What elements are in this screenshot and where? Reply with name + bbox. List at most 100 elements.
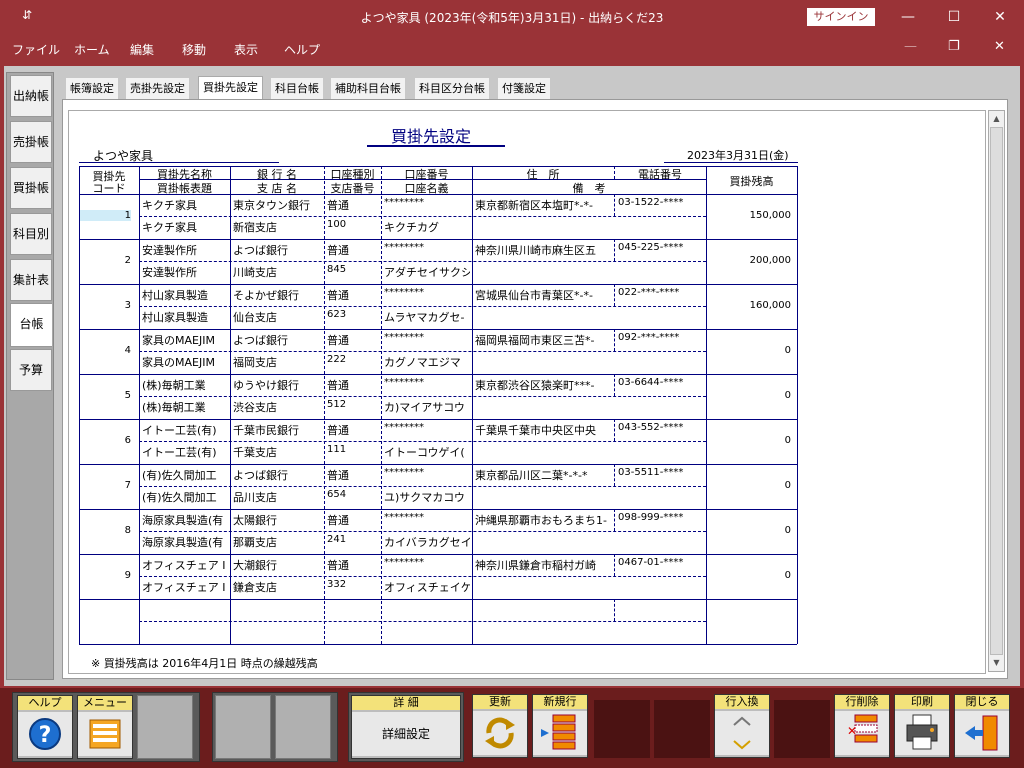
acct-no-cell[interactable]: ******** xyxy=(384,242,470,253)
holder-cell[interactable]: カイバラカグセイ xyxy=(384,534,470,550)
branch-cell[interactable]: 那覇支店 xyxy=(233,534,323,550)
close-screen-button[interactable]: 閉じる xyxy=(954,694,1010,758)
acct-type-cell[interactable]: 普通 xyxy=(327,422,379,438)
bank-cell[interactable]: 千葉市民銀行 xyxy=(233,422,323,438)
side-tab-budget[interactable]: 予算 xyxy=(10,349,52,391)
branch-no-cell[interactable]: 332 xyxy=(327,579,379,590)
code-cell[interactable]: 5 xyxy=(79,390,131,401)
bank-cell[interactable]: よつば銀行 xyxy=(233,332,323,348)
doc-minimize-button[interactable]: — xyxy=(904,39,917,54)
bank-cell[interactable]: 大潮銀行 xyxy=(233,557,323,573)
menu-edit[interactable]: 編集 xyxy=(130,41,154,58)
branch-cell[interactable]: 渋谷支店 xyxy=(233,399,323,415)
holder-cell[interactable]: ユ)サクマカコウ xyxy=(384,489,470,505)
title-cell[interactable]: キクチ家具 xyxy=(142,219,228,235)
acct-type-cell[interactable]: 普通 xyxy=(327,377,379,393)
acct-type-cell[interactable]: 普通 xyxy=(327,557,379,573)
tel-cell[interactable]: 03-1522-**** xyxy=(618,197,704,208)
code-cell[interactable]: 4 xyxy=(79,345,131,356)
title-cell[interactable]: (有)佐久間加工 xyxy=(142,489,228,505)
title-cell[interactable]: 家具のMAEJIM xyxy=(142,354,228,370)
holder-cell[interactable]: アダチセイサクシ xyxy=(384,264,470,280)
holder-cell[interactable]: カ)マイアサコウ xyxy=(384,399,470,415)
acct-no-cell[interactable]: ******** xyxy=(384,287,470,298)
tel-cell[interactable]: 045-225-**** xyxy=(618,242,704,253)
acct-no-cell[interactable]: ******** xyxy=(384,332,470,343)
side-tab-summary[interactable]: 集計表 xyxy=(10,259,52,301)
code-cell[interactable]: 1 xyxy=(79,210,131,221)
bank-cell[interactable]: 東京タウン銀行 xyxy=(233,197,323,213)
print-button[interactable]: 印刷 xyxy=(894,694,950,758)
bank-cell[interactable]: ゆうやけ銀行 xyxy=(233,377,323,393)
address-cell[interactable]: 千葉県千葉市中央区中央 xyxy=(475,422,613,438)
acct-no-cell[interactable]: ******** xyxy=(384,512,470,523)
branch-cell[interactable]: 福岡支店 xyxy=(233,354,323,370)
bank-cell[interactable]: よつば銀行 xyxy=(233,242,323,258)
branch-no-cell[interactable]: 845 xyxy=(327,264,379,275)
code-cell[interactable]: 9 xyxy=(79,570,131,581)
branch-cell[interactable]: 新宿支店 xyxy=(233,219,323,235)
balance-cell[interactable]: 0 xyxy=(709,570,791,581)
code-cell[interactable]: 8 xyxy=(79,525,131,536)
tel-cell[interactable]: 0467-01-**** xyxy=(618,557,704,568)
address-cell[interactable]: 神奈川県川崎市麻生区五 xyxy=(475,242,613,258)
branch-cell[interactable]: 品川支店 xyxy=(233,489,323,505)
balance-cell[interactable]: 160,000 xyxy=(709,300,791,311)
title-cell[interactable]: (株)毎朝工業 xyxy=(142,399,228,415)
address-cell[interactable]: 宮城県仙台市青葉区*-*- xyxy=(475,287,613,303)
menu-home[interactable]: ホーム xyxy=(74,41,110,58)
name-cell[interactable]: 安達製作所 xyxy=(142,242,228,258)
balance-cell[interactable]: 0 xyxy=(709,480,791,491)
scroll-thumb[interactable] xyxy=(990,127,1003,655)
delete-row-button[interactable]: 行削除 ✕ xyxy=(834,694,890,758)
scroll-up-icon[interactable]: ▲ xyxy=(989,112,1004,126)
tel-cell[interactable]: 022-***-**** xyxy=(618,287,704,298)
name-cell[interactable]: キクチ家具 xyxy=(142,197,228,213)
code-cell[interactable]: 7 xyxy=(79,480,131,491)
bank-cell[interactable]: そよかぜ銀行 xyxy=(233,287,323,303)
tab-sticky-settings[interactable]: 付箋設定 xyxy=(498,78,550,100)
detail-settings-button[interactable]: 詳 細 詳細設定 xyxy=(351,695,461,759)
title-cell[interactable]: 海原家具製造(有 xyxy=(142,534,228,550)
holder-cell[interactable]: オフィスチェイケ xyxy=(384,579,470,595)
signin-button[interactable]: サインイン xyxy=(807,8,875,26)
balance-cell[interactable]: 0 xyxy=(709,435,791,446)
tel-cell[interactable]: 043-552-**** xyxy=(618,422,704,433)
acct-no-cell[interactable]: ******** xyxy=(384,422,470,433)
address-cell[interactable]: 東京都渋谷区猿楽町***- xyxy=(475,377,613,393)
branch-no-cell[interactable]: 241 xyxy=(327,534,379,545)
acct-type-cell[interactable]: 普通 xyxy=(327,287,379,303)
name-cell[interactable]: (有)佐久間加工 xyxy=(142,467,228,483)
tel-cell[interactable]: 098-999-**** xyxy=(618,512,704,523)
balance-cell[interactable]: 0 xyxy=(709,390,791,401)
acct-no-cell[interactable]: ******** xyxy=(384,557,470,568)
menu-file[interactable]: ファイル xyxy=(12,41,60,58)
menu-help[interactable]: ヘルプ xyxy=(284,41,320,58)
title-cell[interactable]: 村山家具製造 xyxy=(142,309,228,325)
swap-rows-button[interactable]: 行入換 xyxy=(714,694,770,758)
name-cell[interactable]: 家具のMAEJIM xyxy=(142,332,228,348)
balance-cell[interactable]: 150,000 xyxy=(709,210,791,221)
address-cell[interactable]: 神奈川県鎌倉市稲村ガ崎 xyxy=(475,557,613,573)
name-cell[interactable]: オフィスチェア I xyxy=(142,557,228,573)
maximize-button[interactable]: ☐ xyxy=(940,4,968,30)
menu-view[interactable]: 表示 xyxy=(234,41,258,58)
balance-cell[interactable]: 200,000 xyxy=(709,255,791,266)
branch-no-cell[interactable]: 100 xyxy=(327,219,379,230)
address-cell[interactable]: 東京都新宿区本塩町*-*- xyxy=(475,197,613,213)
branch-cell[interactable]: 仙台支店 xyxy=(233,309,323,325)
branch-cell[interactable]: 千葉支店 xyxy=(233,444,323,460)
holder-cell[interactable]: カグノマエジマ xyxy=(384,354,470,370)
tab-payable-settings[interactable]: 買掛先設定 xyxy=(198,76,263,100)
close-button[interactable]: ✕ xyxy=(986,4,1014,30)
tab-account-class-ledger[interactable]: 科目区分台帳 xyxy=(415,78,489,100)
acct-type-cell[interactable]: 普通 xyxy=(327,467,379,483)
acct-no-cell[interactable]: ******** xyxy=(384,197,470,208)
balance-cell[interactable]: 0 xyxy=(709,525,791,536)
acct-no-cell[interactable]: ******** xyxy=(384,467,470,478)
side-tab-cashbook[interactable]: 出納帳 xyxy=(10,75,52,117)
address-cell[interactable]: 東京都品川区二葉*-*-* xyxy=(475,467,613,483)
bank-cell[interactable]: 太陽銀行 xyxy=(233,512,323,528)
branch-no-cell[interactable]: 512 xyxy=(327,399,379,410)
balance-cell[interactable]: 0 xyxy=(709,345,791,356)
